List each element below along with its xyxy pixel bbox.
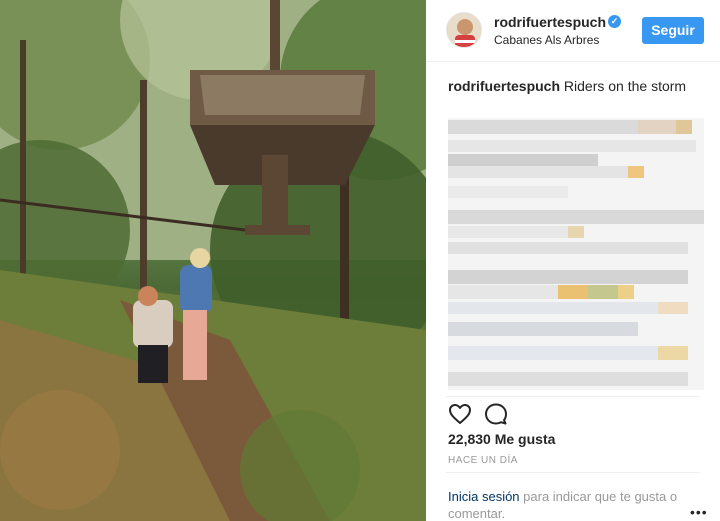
login-prompt: Inicia sesión para indicar que te gusta …: [448, 488, 708, 521]
caption-text: Riders on the storm: [563, 78, 687, 94]
pixelated-comments: [448, 118, 704, 390]
more-options-icon[interactable]: •••: [690, 504, 708, 520]
location-link[interactable]: Cabanes Als Arbres: [494, 33, 599, 47]
login-link[interactable]: Inicia sesión: [448, 489, 520, 504]
username-link[interactable]: rodrifuertespuch: [494, 14, 606, 30]
avatar-image: [447, 13, 481, 47]
verified-badge-icon: ✓: [608, 15, 621, 28]
follow-button[interactable]: Seguir: [642, 17, 704, 44]
post-timestamp: HACE UN DÍA: [448, 455, 518, 466]
post-photo[interactable]: [0, 0, 426, 521]
caption-username[interactable]: rodrifuertespuch: [448, 78, 560, 94]
caption: rodrifuertespuch Riders on the storm: [448, 78, 686, 94]
divider: [446, 396, 700, 397]
comment-icon[interactable]: [484, 402, 508, 426]
post-side-panel: rodrifuertespuch ✓ Cabanes Als Arbres Se…: [426, 0, 720, 521]
post-header: rodrifuertespuch ✓ Cabanes Als Arbres Se…: [426, 0, 720, 62]
treehouse-photo: [0, 0, 426, 521]
heart-icon[interactable]: [448, 402, 472, 426]
likes-count[interactable]: 22,830 Me gusta: [448, 431, 555, 447]
avatar[interactable]: [446, 12, 482, 48]
divider: [446, 472, 700, 473]
